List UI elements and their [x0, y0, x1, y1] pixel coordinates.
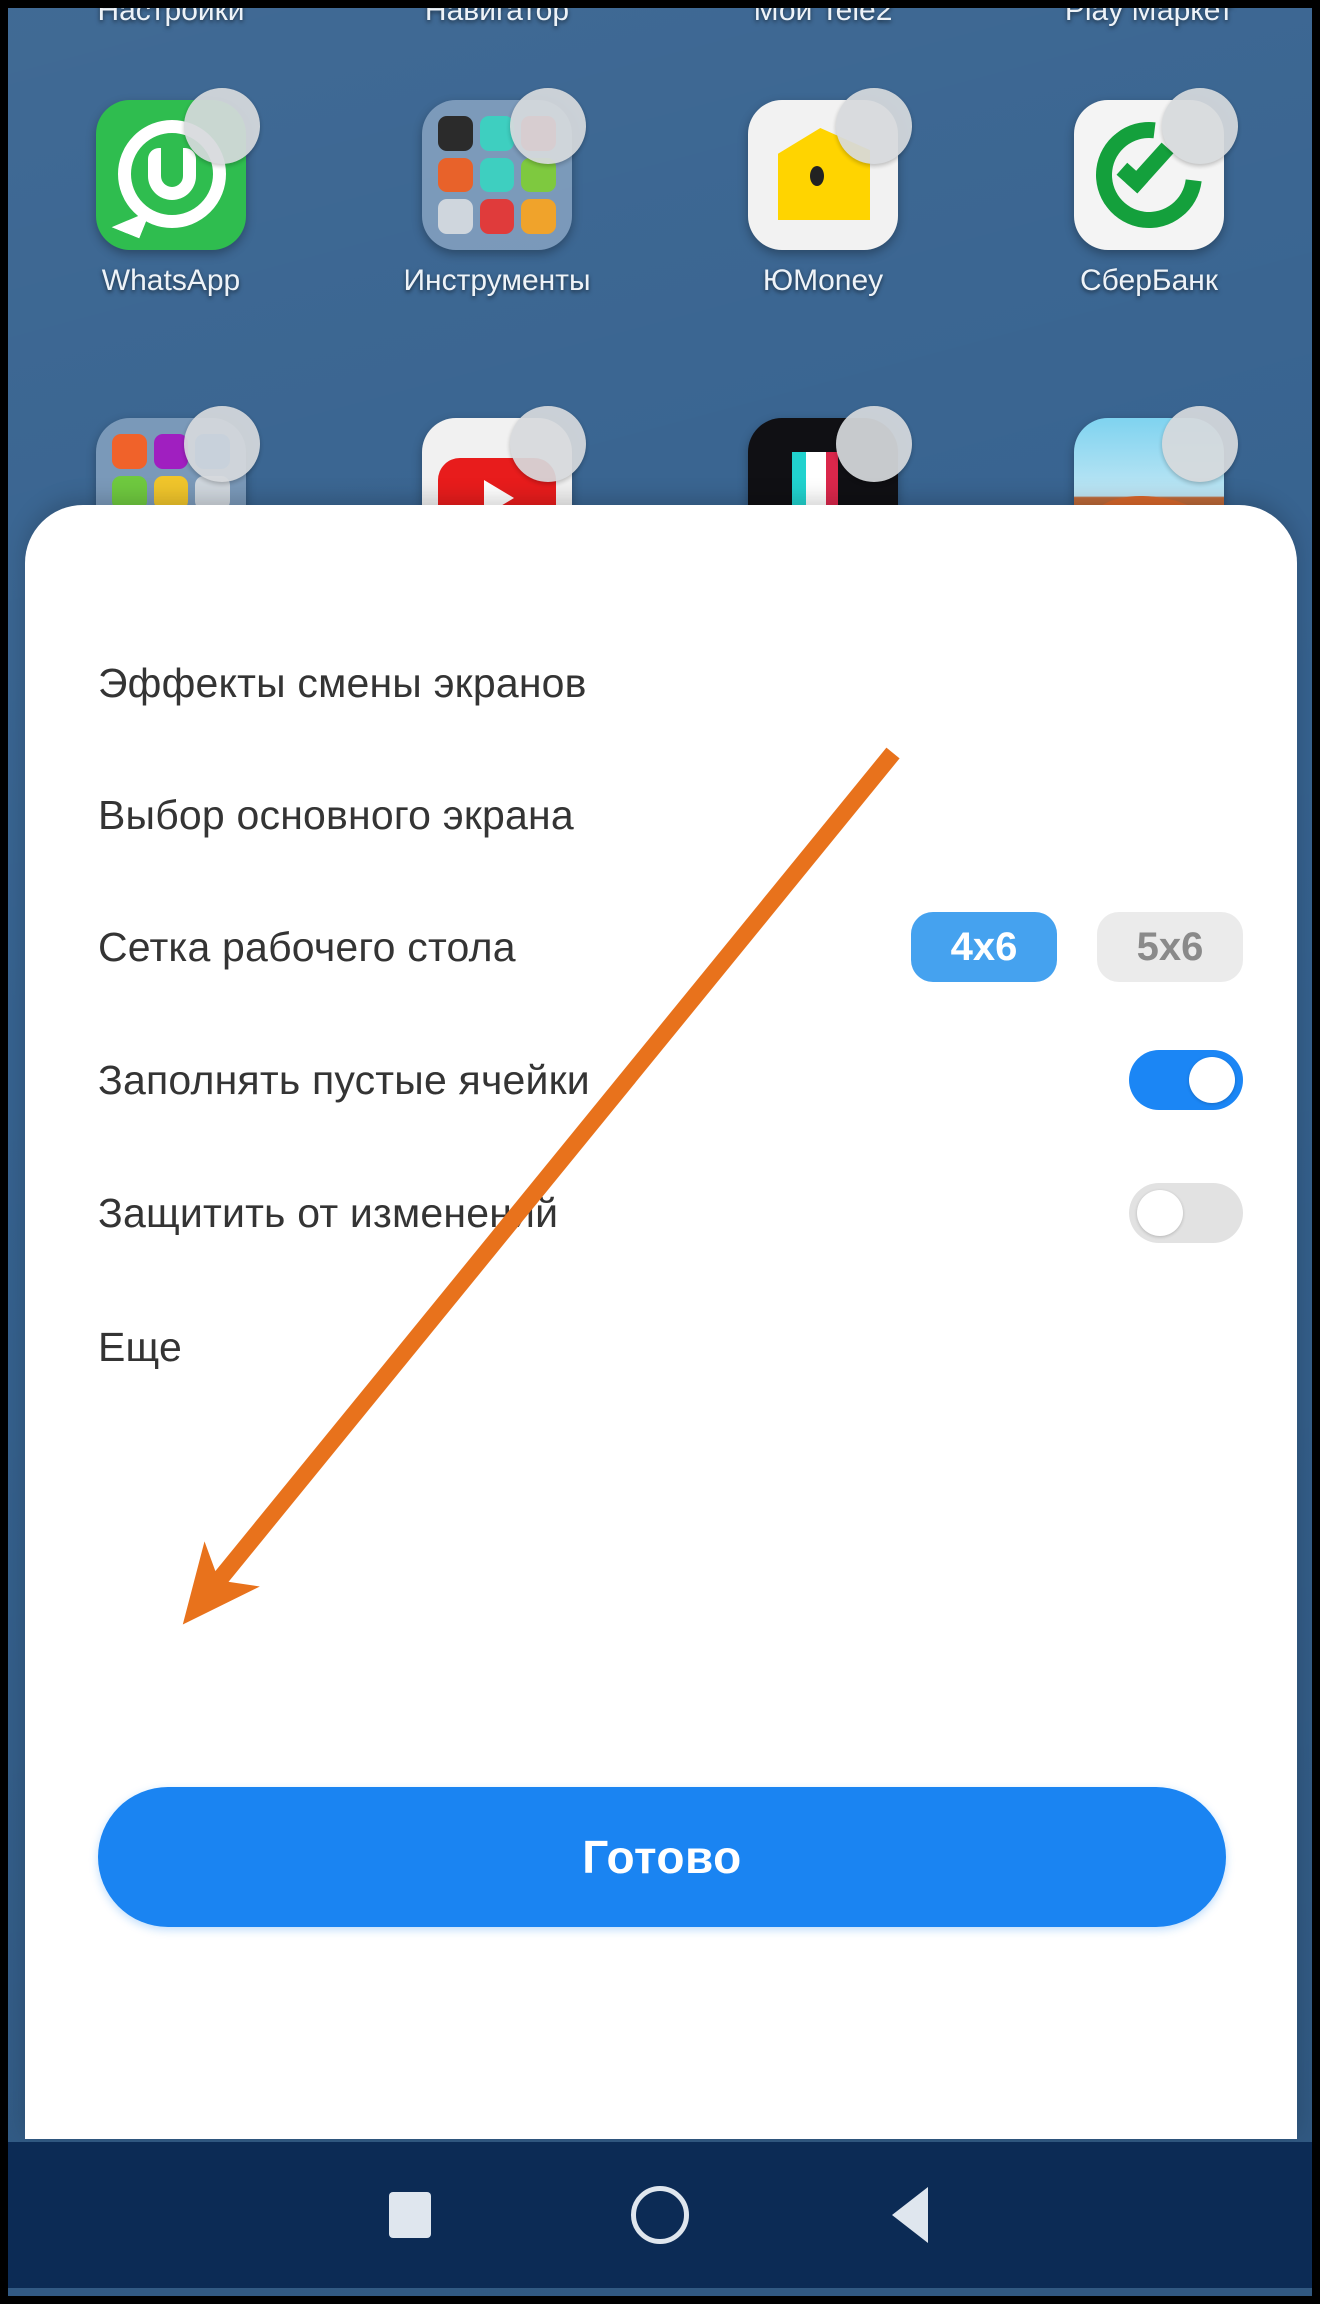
app-cell[interactable]: Навигатор	[334, 0, 660, 28]
phone-screen: Настройки Навигатор Мой Tele2 Play Марке…	[0, 0, 1320, 2304]
done-button[interactable]: Готово	[98, 1787, 1226, 1927]
app-cell-tools[interactable]: Инструменты	[334, 88, 660, 298]
row-label: Еще	[98, 1323, 183, 1370]
icon-badge	[836, 406, 912, 482]
app-label: Настройки	[97, 0, 245, 27]
row-label: Сетка рабочего стола	[98, 923, 516, 970]
icon-badge	[184, 88, 260, 164]
app-label: Инструменты	[403, 264, 591, 297]
app-label: СберБанк	[1080, 264, 1218, 297]
protect-from-changes-toggle[interactable]	[1129, 1183, 1243, 1243]
icon-badge	[510, 406, 586, 482]
back-button[interactable]	[785, 2187, 1035, 2243]
app-label: Мой Tele2	[753, 0, 893, 27]
settings-bottom-sheet: Эффекты смены экранов Выбор основного эк…	[25, 505, 1297, 2139]
row-label: Защитить от изменений	[98, 1189, 559, 1236]
app-cell-yoomoney[interactable]: ЮMoney	[660, 88, 986, 298]
sheet-row-default-screen[interactable]: Выбор основного экрана	[98, 785, 1243, 845]
home-row-apps: WhatsApp Инструменты ЮMoney СберБанк	[8, 88, 1312, 298]
toggle-knob	[1189, 1057, 1235, 1103]
app-cell[interactable]: Play Маркет	[986, 0, 1312, 28]
home-row-top-labels: Настройки Навигатор Мой Tele2 Play Марке…	[8, 0, 1312, 28]
app-cell[interactable]: Настройки	[8, 0, 334, 28]
row-label: Выбор основного экрана	[98, 791, 574, 838]
sheet-row-more[interactable]: Еще	[98, 1317, 1243, 1377]
android-navigation-bar	[8, 2142, 1312, 2288]
grid-options: 4x6 5x6	[911, 912, 1243, 982]
toggle-knob	[1137, 1190, 1183, 1236]
grid-option-label: 5x6	[1136, 924, 1204, 969]
icon-wrapper[interactable]	[96, 88, 260, 250]
icon-badge	[184, 406, 260, 482]
app-label: ЮMoney	[762, 264, 884, 297]
triangle-left-icon	[892, 2187, 928, 2243]
row-label: Заполнять пустые ячейки	[98, 1056, 590, 1103]
row-label: Эффекты смены экранов	[98, 659, 587, 706]
app-cell[interactable]: Мой Tele2	[660, 0, 986, 28]
icon-wrapper[interactable]	[422, 88, 586, 250]
app-cell-sberbank[interactable]: СберБанк	[986, 88, 1312, 298]
sheet-row-screen-effects[interactable]: Эффекты смены экранов	[98, 653, 1243, 713]
icon-badge	[1162, 406, 1238, 482]
square-icon	[389, 2192, 431, 2238]
home-button[interactable]	[535, 2186, 785, 2244]
app-cell-whatsapp[interactable]: WhatsApp	[8, 88, 334, 298]
circle-icon	[631, 2186, 689, 2244]
icon-badge	[1162, 88, 1238, 164]
sheet-row-fill-empty-cells: Заполнять пустые ячейки	[98, 1050, 1243, 1110]
app-label: Навигатор	[424, 0, 570, 27]
icon-wrapper[interactable]	[1074, 88, 1238, 250]
app-label: WhatsApp	[101, 264, 241, 297]
grid-option-label: 4x6	[950, 924, 1018, 969]
icon-badge	[510, 88, 586, 164]
grid-option-4x6[interactable]: 4x6	[911, 912, 1057, 982]
sheet-row-protect-from-changes: Защитить от изменений	[98, 1183, 1243, 1243]
recents-button[interactable]	[285, 2192, 535, 2238]
app-label: Play Маркет	[1064, 0, 1234, 27]
grid-option-5x6[interactable]: 5x6	[1097, 912, 1243, 982]
icon-badge	[836, 88, 912, 164]
sheet-row-desktop-grid: Сетка рабочего стола 4x6 5x6	[98, 912, 1243, 982]
fill-empty-cells-toggle[interactable]	[1129, 1050, 1243, 1110]
done-button-label: Готово	[582, 1831, 742, 1883]
icon-wrapper[interactable]	[748, 88, 912, 250]
